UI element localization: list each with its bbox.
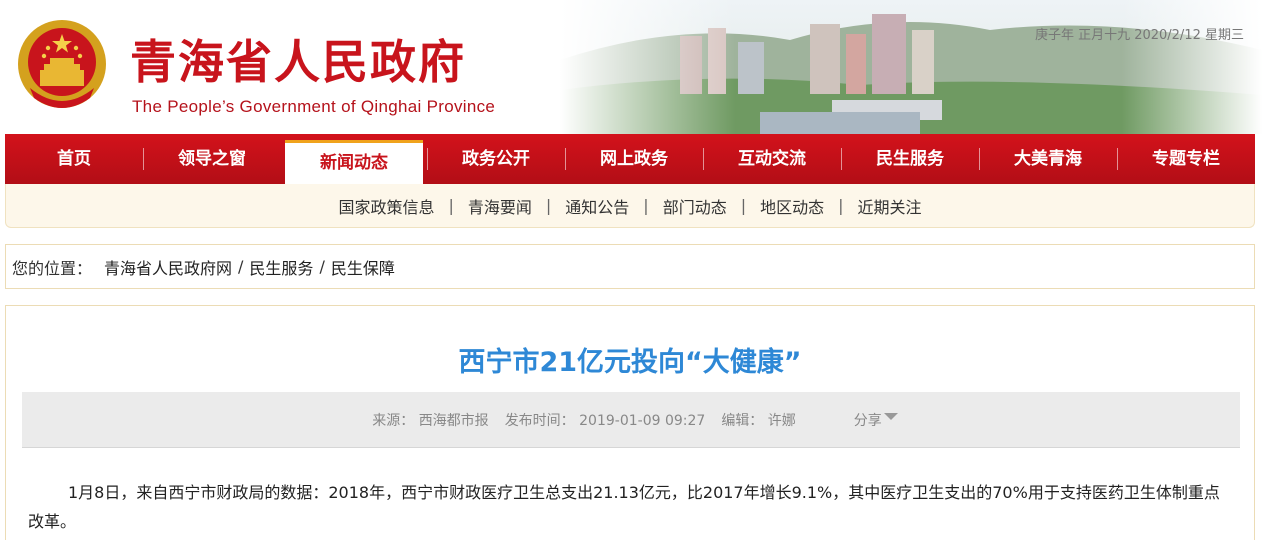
subnav-separator: | bbox=[545, 196, 552, 215]
breadcrumb-label: 您的位置： bbox=[12, 258, 93, 278]
nav-item-interaction[interactable]: 互动交流 bbox=[703, 134, 841, 184]
nav-item-home[interactable]: 首页 bbox=[5, 134, 143, 184]
dropdown-arrow-icon bbox=[883, 413, 898, 420]
current-date: 庚子年 正月十九 2020/2/12 星期三 bbox=[1034, 28, 1244, 43]
share-label: 分享 bbox=[853, 412, 882, 429]
site-title[interactable]: 青海省人民政府 bbox=[130, 26, 466, 92]
nav-item-special-topics[interactable]: 专题专栏 bbox=[1117, 134, 1255, 184]
source-value: 西海都市报 bbox=[418, 412, 489, 429]
subnav-separator: | bbox=[838, 196, 844, 215]
nav-item-livelihood[interactable]: 民生服务 bbox=[841, 134, 979, 184]
nav-item-news[interactable]: 新闻动态 bbox=[285, 140, 423, 184]
subnav-separator: | bbox=[740, 196, 747, 215]
city-scene-banner bbox=[560, 0, 1262, 134]
publish-time-label: 发布时间： bbox=[504, 412, 575, 429]
source-label: 来源： bbox=[372, 412, 415, 429]
nav-item-leaders[interactable]: 领导之窗 bbox=[143, 134, 281, 184]
subnav-item-national-policy[interactable]: 国家政策信息 bbox=[328, 194, 444, 218]
subnav-separator: | bbox=[448, 196, 454, 215]
site-title-english: The People’s Government of Qinghai Provi… bbox=[132, 97, 496, 116]
breadcrumb-link-home[interactable]: 青海省人民政府网 bbox=[104, 255, 232, 279]
editor-label: 编辑： bbox=[721, 412, 764, 429]
nav-item-beautiful-qinghai[interactable]: 大美青海 bbox=[979, 134, 1117, 184]
breadcrumb-link-security[interactable]: 民生保障 bbox=[331, 255, 395, 279]
nav-item-online-services[interactable]: 网上政务 bbox=[565, 134, 703, 184]
publish-time-value: 2019-01-09 09:27 bbox=[579, 412, 706, 429]
breadcrumb: 您的位置： 青海省人民政府网 / 民生服务 / 民生保障 bbox=[5, 244, 1255, 289]
sub-nav: 国家政策信息 | 青海要闻 | 通知公告 | 部门动态 | 地区动态 | 近期关… bbox=[5, 184, 1255, 228]
breadcrumb-separator: / bbox=[319, 257, 325, 276]
site-header: 青海省人民政府 The People’s Government of Qingh… bbox=[0, 0, 1262, 134]
subnav-item-notices[interactable]: 通知公告 bbox=[555, 194, 639, 218]
article-body-paragraph: 1月8日，来自西宁市财政局的数据：2018年，西宁市财政医疗卫生总支出21.13… bbox=[28, 483, 1220, 531]
breadcrumb-separator: / bbox=[238, 257, 244, 276]
subnav-item-department-news[interactable]: 部门动态 bbox=[653, 194, 737, 218]
subnav-item-qinghai-news[interactable]: 青海要闻 bbox=[458, 194, 542, 218]
breadcrumb-link-livelihood[interactable]: 民生服务 bbox=[249, 255, 313, 279]
article-meta-bar: 来源： 西海都市报 发布时间： 2019-01-09 09:27 编辑： 许娜 … bbox=[22, 392, 1240, 448]
editor-info: 编辑： 许娜 bbox=[721, 410, 795, 430]
article-title: 西宁市21亿元投向“大健康” bbox=[458, 347, 802, 378]
main-nav: 首页 领导之窗 新闻动态 政务公开 网上政务 互动交流 民生服务 大美青海 专题… bbox=[5, 134, 1255, 184]
subnav-item-regional-news[interactable]: 地区动态 bbox=[750, 194, 834, 218]
editor-value: 许娜 bbox=[767, 412, 796, 429]
article-container: 西宁市21亿元投向“大健康” 来源： 西海都市报 发布时间： 2019-01-0… bbox=[5, 305, 1255, 540]
nav-item-gov-affairs[interactable]: 政务公开 bbox=[427, 134, 565, 184]
subnav-separator: | bbox=[643, 196, 649, 215]
national-emblem-icon[interactable] bbox=[14, 18, 110, 114]
source-info: 来源： 西海都市报 bbox=[372, 410, 488, 430]
share-button[interactable]: 分享 bbox=[854, 410, 898, 430]
publish-time-info: 发布时间： 2019-01-09 09:27 bbox=[505, 410, 706, 430]
subnav-item-recent-focus[interactable]: 近期关注 bbox=[848, 194, 932, 218]
